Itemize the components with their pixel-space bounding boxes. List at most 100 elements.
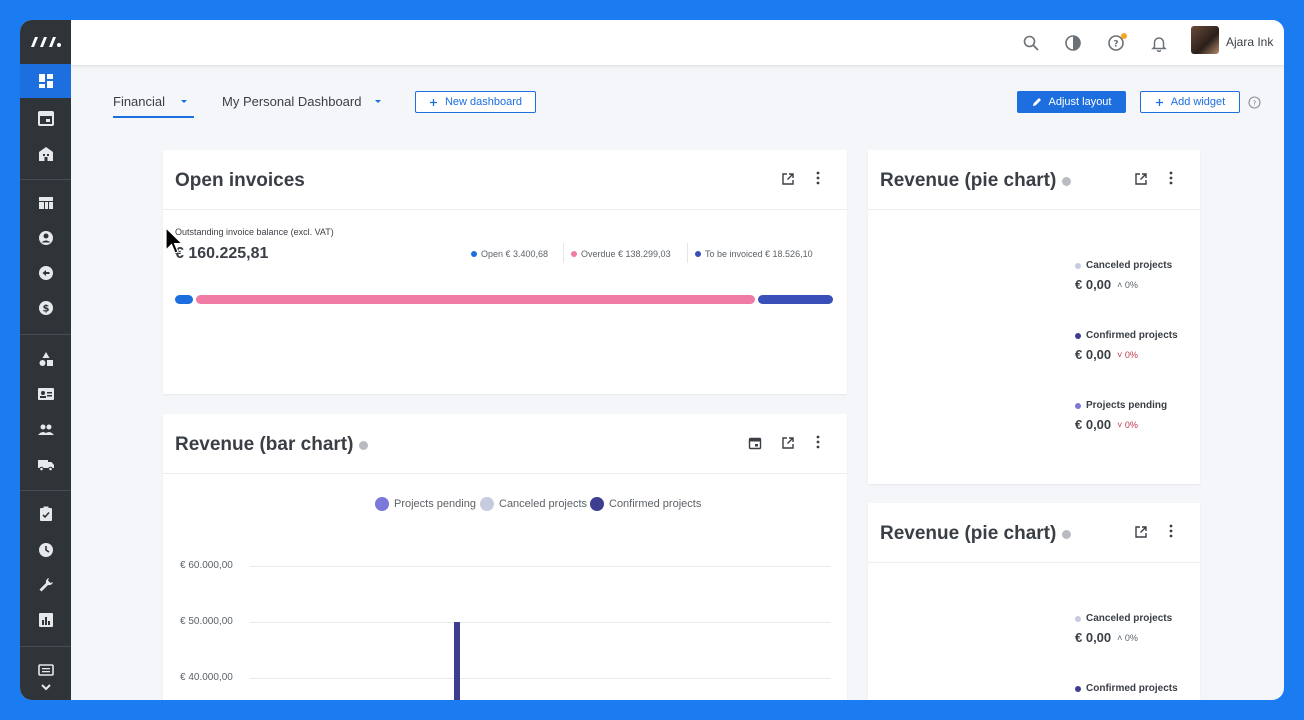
- search-button[interactable]: [1020, 32, 1042, 54]
- widget-title: Revenue (pie chart): [880, 523, 1072, 545]
- clock-icon: [38, 543, 53, 557]
- legend-dot: [1075, 402, 1081, 409]
- sidebar-item-tools[interactable]: [20, 568, 71, 602]
- legend-dot: [1075, 262, 1081, 269]
- legend-dot: [1075, 615, 1081, 622]
- trend-up-pct: ˄ 0%: [1117, 632, 1138, 643]
- user-icon: [38, 231, 53, 245]
- legend-dot: [1075, 685, 1081, 692]
- y-tick-label: € 60.000,00: [180, 560, 233, 571]
- svg-text:$: $: [42, 304, 49, 315]
- sidebar-item-finance[interactable]: $: [20, 291, 71, 325]
- open-external-icon[interactable]: [1134, 172, 1148, 186]
- calendar-icon[interactable]: [748, 436, 762, 450]
- info-icon[interactable]: [1062, 529, 1072, 539]
- app-logo[interactable]: [20, 20, 71, 64]
- clipboard-check-icon: [39, 506, 52, 521]
- chart-legend-item-projects-pending[interactable]: Projects pending: [375, 497, 476, 511]
- gridline: [250, 678, 831, 679]
- notifications-button[interactable]: [1148, 32, 1170, 54]
- more-options-icon[interactable]: [816, 435, 820, 449]
- pie-legend-item: Confirmed projects: [1075, 683, 1178, 694]
- sidebar-item-table[interactable]: [20, 186, 71, 220]
- chart-legend-item-confirmed-projects[interactable]: Confirmed projects: [590, 497, 701, 511]
- widget-header: Revenue (pie chart): [868, 503, 1200, 563]
- open-external-icon[interactable]: [781, 172, 795, 186]
- bell-icon: [1151, 37, 1167, 52]
- adjust-layout-label: Adjust layout: [1048, 96, 1112, 108]
- legend-dot: [471, 251, 477, 257]
- tab-label: Financial: [113, 94, 166, 109]
- legend-dot: [571, 251, 577, 257]
- progress-segment-to-be-invoiced[interactable]: [757, 295, 833, 304]
- sidebar-item-teams[interactable]: [20, 412, 71, 446]
- theme-button[interactable]: [1062, 32, 1084, 54]
- trend-up-pct: ˄ 0%: [1117, 279, 1138, 290]
- sidebar-item-company[interactable]: [20, 137, 71, 171]
- sidebar-expand-toggle[interactable]: [20, 676, 71, 698]
- adjust-layout-button[interactable]: Adjust layout: [1017, 91, 1126, 113]
- trend-down-pct: ˅ 0%: [1117, 349, 1138, 360]
- pencil-icon: [1032, 98, 1041, 106]
- widget-title: Revenue (bar chart): [175, 434, 369, 456]
- more-options-icon[interactable]: [1169, 171, 1173, 185]
- y-tick-label: € 50.000,00: [180, 616, 233, 627]
- sidebar-item-dashboard[interactable]: [20, 64, 71, 98]
- sidebar-item-products[interactable]: [20, 342, 71, 376]
- chart-legend-item-canceled-projects[interactable]: Canceled projects: [480, 497, 587, 511]
- more-options-icon[interactable]: [1169, 524, 1173, 538]
- sidebar-item-employees[interactable]: [20, 377, 71, 411]
- mouse-cursor-icon: [165, 226, 184, 254]
- tab-financial[interactable]: Financial: [113, 94, 188, 109]
- open-external-icon[interactable]: [781, 436, 795, 450]
- sidebar: $: [20, 20, 71, 700]
- svg-text:?: ?: [1113, 40, 1118, 50]
- pie-legend-item: Projects pending € 0,00 ˅ 0%: [1075, 400, 1168, 432]
- building-icon: [38, 147, 53, 161]
- new-dashboard-button[interactable]: New dashboard: [415, 91, 536, 113]
- legend-to-be-invoiced: To be invoiced € 18.526,10: [695, 249, 813, 259]
- bar-confirmed-projects[interactable]: [454, 622, 460, 700]
- contact-card-icon: [37, 388, 54, 400]
- sidebar-item-sync[interactable]: [20, 256, 71, 290]
- user-name[interactable]: Ajara Ink: [1226, 35, 1273, 49]
- sidebar-item-reports[interactable]: [20, 603, 71, 637]
- plus-icon: [429, 98, 437, 106]
- outstanding-balance-value: € 160.225,81: [175, 245, 269, 262]
- y-tick-label: € 40.000,00: [180, 672, 233, 683]
- plus-icon: [1155, 98, 1163, 106]
- progress-segment-open[interactable]: [175, 295, 193, 304]
- avatar[interactable]: [1191, 26, 1219, 54]
- legend-dot: [480, 497, 494, 511]
- team-icon: [37, 424, 54, 435]
- add-widget-button[interactable]: Add widget: [1140, 91, 1240, 113]
- info-icon[interactable]: [1062, 176, 1072, 186]
- calendar-icon: [37, 111, 54, 126]
- search-icon: [1023, 35, 1039, 51]
- dollar-icon: $: [38, 301, 53, 315]
- legend-open: Open € 3.400,68: [471, 249, 548, 259]
- sidebar-item-calendar[interactable]: [20, 101, 71, 135]
- widget-header: Revenue (pie chart): [868, 150, 1200, 210]
- legend-overdue: Overdue € 138.299,03: [571, 249, 671, 259]
- trend-down-pct: ˅ 0%: [1117, 419, 1138, 430]
- widget-title: Open invoices: [175, 170, 305, 191]
- help-button[interactable]: ?: [1105, 32, 1127, 54]
- more-options-icon[interactable]: [816, 171, 820, 185]
- progress-segment-overdue[interactable]: [196, 295, 755, 304]
- widget-header: Open invoices: [163, 150, 847, 210]
- tab-my-personal-dashboard[interactable]: My Personal Dashboard: [222, 94, 382, 109]
- revenue-pie-widget: Revenue (pie chart) Canceled projects € …: [868, 150, 1200, 484]
- gridline: [250, 622, 831, 623]
- sidebar-item-time[interactable]: [20, 533, 71, 567]
- help-circle-icon[interactable]: ?: [1248, 96, 1261, 109]
- chevron-down-icon: [40, 684, 51, 691]
- sidebar-item-logistics[interactable]: [20, 447, 71, 481]
- sidebar-item-tasks[interactable]: [20, 497, 71, 531]
- revenue-bar-chart-widget: Revenue (bar chart) Projects pending Can…: [163, 414, 847, 700]
- open-external-icon[interactable]: [1134, 525, 1148, 539]
- pie-legend-item: Canceled projects € 0,00 ˄ 0%: [1075, 260, 1173, 292]
- sidebar-item-contacts[interactable]: [20, 221, 71, 255]
- legend-dot: [1075, 332, 1081, 339]
- info-icon[interactable]: [359, 440, 369, 450]
